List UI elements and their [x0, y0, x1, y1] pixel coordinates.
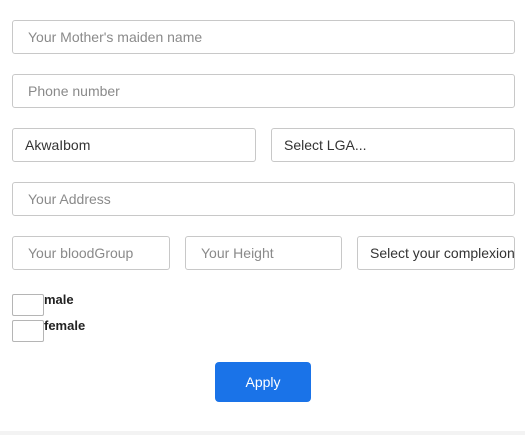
female-label: female — [44, 318, 86, 333]
mother-maiden-name-input[interactable] — [12, 20, 515, 54]
address-input[interactable] — [12, 182, 515, 216]
phone-number-input[interactable] — [12, 74, 515, 108]
registration-form: Select LGA... Select your complexion mal… — [0, 0, 525, 435]
bottom-divider — [0, 431, 525, 435]
complexion-select[interactable]: Select your complexion — [357, 236, 515, 270]
lga-select[interactable]: Select LGA... — [271, 128, 515, 162]
state-input[interactable] — [12, 128, 256, 162]
height-input[interactable] — [185, 236, 342, 270]
blood-group-input[interactable] — [12, 236, 170, 270]
male-checkbox[interactable] — [12, 294, 44, 316]
male-label: male — [44, 292, 74, 307]
female-checkbox[interactable] — [12, 320, 44, 342]
apply-button[interactable]: Apply — [215, 362, 311, 402]
